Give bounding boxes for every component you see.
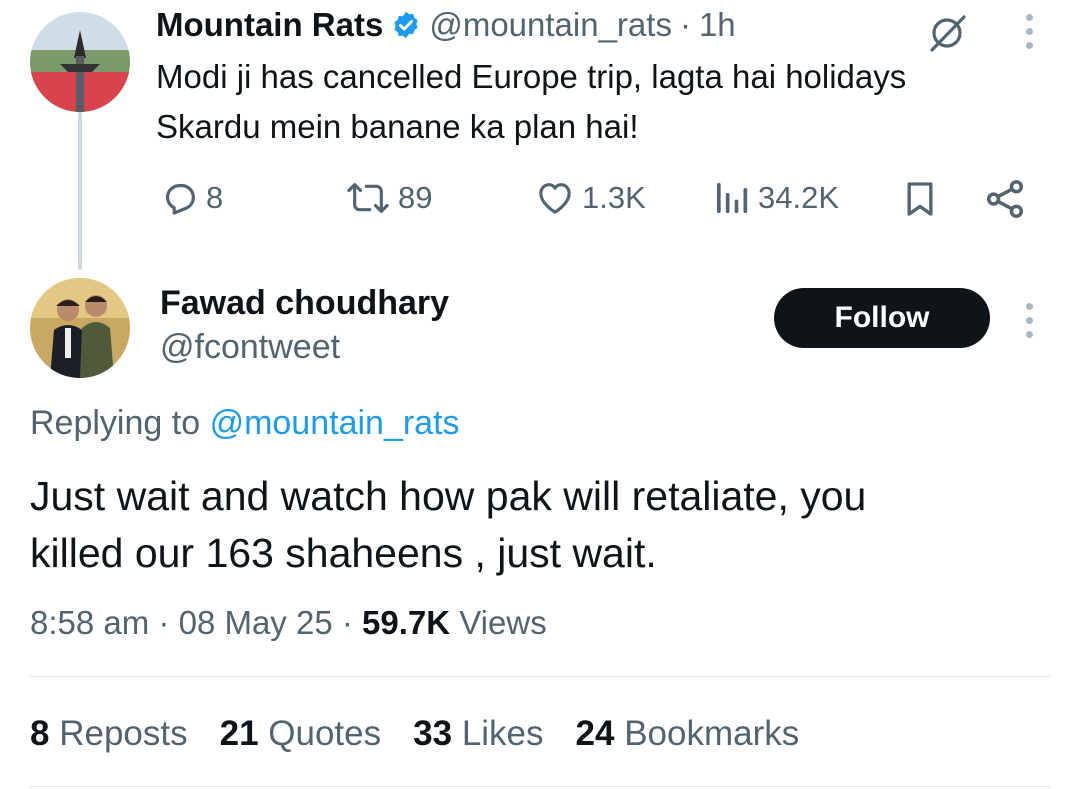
quoted-text-line1: Modi ji has cancelled Europe trip, lagta… — [156, 58, 907, 95]
more-icon[interactable] — [1023, 14, 1035, 49]
author-name[interactable]: Fawad choudhary — [160, 282, 449, 324]
replying-to-link[interactable]: @mountain_rats — [210, 404, 460, 442]
divider — [30, 676, 1050, 677]
like-icon — [539, 183, 571, 214]
views-icon — [717, 183, 748, 213]
views-button[interactable]: 34.2K — [712, 178, 839, 218]
follow-button[interactable]: Follow — [774, 288, 990, 348]
bookmarks-label: Bookmarks — [624, 714, 800, 753]
divider — [30, 786, 1050, 787]
repost-count: 89 — [398, 180, 433, 215]
reposts-count: 8 — [30, 714, 50, 753]
quotes-count: 21 — [219, 714, 259, 753]
reply-icon — [165, 183, 195, 215]
views-label: Views — [459, 604, 547, 641]
views-count: 34.2K — [758, 180, 840, 215]
quoted-header: Mountain Rats @mountain_rats · 1h — [156, 6, 736, 44]
reply-text-line1: Just wait and watch how pak will retalia… — [30, 473, 867, 519]
like-button[interactable]: 1.3K — [534, 178, 646, 218]
share-icon[interactable] — [984, 178, 1026, 225]
avatar-mountain-rats[interactable] — [30, 12, 130, 112]
quotes-label: Quotes — [268, 714, 382, 753]
reply-button[interactable]: 8 — [160, 178, 223, 218]
avatar-fawad[interactable] — [30, 278, 130, 378]
bookmarks-count: 24 — [575, 714, 615, 753]
likes-count: 33 — [413, 714, 453, 753]
likes-label: Likes — [461, 714, 544, 753]
tweet-date[interactable]: 08 May 25 — [179, 604, 333, 641]
reposts-label: Reposts — [59, 714, 188, 753]
reply-author: Fawad choudhary @fcontweet — [160, 282, 449, 370]
quotes-stat[interactable]: 21 Quotes — [220, 714, 382, 754]
repost-button[interactable]: 89 — [344, 178, 432, 218]
reply-text-line2: killed our 163 shaheens , just wait. — [30, 530, 657, 576]
views-count: 59.7K — [362, 604, 451, 641]
quoted-text-line2: Skardu mein banane ka plan hai! — [156, 108, 639, 145]
more-icon[interactable] — [1023, 303, 1035, 338]
reply-count: 8 — [206, 180, 224, 215]
like-count: 1.3K — [582, 180, 646, 215]
tweet-meta: 8:58 am · 08 May 25 · 59.7K Views — [30, 604, 547, 642]
quoted-text: Modi ji has cancelled Europe trip, lagta… — [156, 52, 906, 152]
grok-icon[interactable] — [926, 12, 968, 54]
author-name[interactable]: Mountain Rats — [156, 6, 383, 44]
replying-to: Replying to @mountain_rats — [30, 404, 460, 443]
author-handle[interactable]: @mountain_rats — [429, 6, 672, 44]
author-handle[interactable]: @fcontweet — [160, 324, 449, 370]
bookmark-icon[interactable] — [900, 178, 940, 225]
likes-stat[interactable]: 33 Likes — [413, 714, 543, 754]
reply-text: Just wait and watch how pak will retalia… — [30, 468, 866, 582]
separator-dot: · — [341, 604, 353, 641]
engagement-stats: 8 Reposts 21 Quotes 33 Likes 24 Bookmark… — [30, 714, 799, 754]
replying-prefix: Replying to — [30, 404, 201, 442]
reposts-stat[interactable]: 8 Reposts — [30, 714, 188, 754]
bookmarks-stat[interactable]: 24 Bookmarks — [576, 714, 800, 754]
repost-icon — [347, 183, 389, 213]
tweet-time[interactable]: 8:58 am — [30, 604, 149, 641]
thread-line — [78, 112, 82, 270]
time-ago[interactable]: 1h — [699, 6, 736, 44]
separator-dot: · — [679, 6, 691, 43]
verified-badge-icon — [391, 10, 421, 40]
separator-dot: · — [158, 604, 170, 641]
